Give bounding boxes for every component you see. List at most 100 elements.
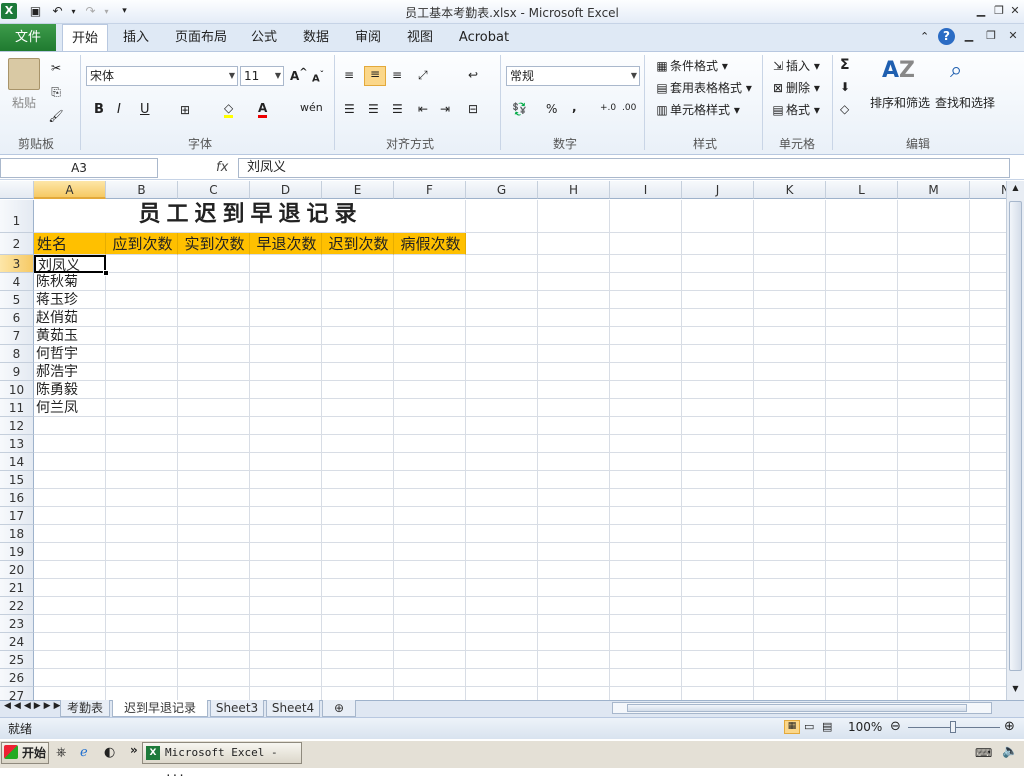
cell[interactable] [250,669,322,687]
tab-file[interactable]: 文件 [0,24,56,51]
cell[interactable] [826,417,898,435]
cell[interactable] [250,309,322,327]
cell[interactable] [826,381,898,399]
sort-filter-button[interactable]: 排序和筛选 [870,94,930,111]
cell[interactable] [250,633,322,651]
cell[interactable] [106,615,178,633]
cell[interactable] [394,687,466,700]
cell[interactable] [754,273,826,291]
merge-center-icon[interactable]: ⊟ [468,102,478,116]
cell[interactable] [610,453,682,471]
cell[interactable] [970,597,1006,615]
cell[interactable] [898,327,970,345]
align-right-icon[interactable]: ☰ [392,102,403,116]
cell[interactable] [610,471,682,489]
column-header[interactable]: B [106,181,178,199]
sheet-tab-attendance[interactable]: 考勤表 [60,700,110,717]
row-header[interactable]: 25 [0,651,34,669]
cell[interactable] [34,507,106,525]
cell[interactable] [610,489,682,507]
decrease-indent-icon[interactable]: ⇤ [418,102,428,116]
cell[interactable] [754,669,826,687]
sheet-title[interactable]: 员工迟到早退记录 [34,200,466,233]
orientation-icon[interactable]: ⤢ [418,68,428,83]
cell[interactable] [106,525,178,543]
cell[interactable] [466,651,538,669]
cell[interactable] [394,363,466,381]
cell[interactable] [322,669,394,687]
row-header[interactable]: 13 [0,435,34,453]
fill-handle[interactable] [103,270,109,276]
tab-review[interactable]: 审阅 [348,24,388,51]
column-header[interactable]: D [250,181,322,199]
row-header[interactable]: 11 [0,399,34,417]
cell[interactable] [826,471,898,489]
tab-view[interactable]: 视图 [400,24,440,51]
cell[interactable] [754,543,826,561]
cell[interactable] [826,543,898,561]
cell[interactable] [394,579,466,597]
cell[interactable] [538,327,610,345]
column-header[interactable]: K [754,181,826,199]
cell[interactable] [682,291,754,309]
format-cells-button[interactable]: ▤ 格式 ▾ [770,101,820,118]
find-select-icon[interactable]: ⌕ [950,58,962,83]
cell[interactable] [682,669,754,687]
cell[interactable] [970,615,1006,633]
cell[interactable] [682,255,754,273]
cell[interactable] [466,200,538,233]
column-header[interactable]: F [394,181,466,199]
cell[interactable] [610,363,682,381]
workbook-minimize-icon[interactable]: ▁ [960,28,978,44]
cell[interactable] [538,687,610,700]
cell[interactable] [538,417,610,435]
cell[interactable] [394,417,466,435]
shrink-font-icon[interactable]: Aˇ [312,69,324,84]
cell[interactable] [898,489,970,507]
row-header[interactable]: 6 [0,309,34,327]
cell[interactable] [538,309,610,327]
increase-decimal-icon[interactable]: +.0 [600,103,616,113]
bold-button[interactable]: B [94,102,104,117]
cell[interactable] [826,200,898,233]
cell[interactable] [178,561,250,579]
normal-view-icon[interactable]: ▦ [784,720,800,734]
cell[interactable] [394,543,466,561]
cell[interactable] [250,489,322,507]
cell[interactable] [106,633,178,651]
scroll-down-icon[interactable]: ▼ [1009,684,1022,696]
clear-icon[interactable]: ◇ [840,102,849,116]
cell[interactable] [466,579,538,597]
cell[interactable] [970,309,1006,327]
cell[interactable] [970,399,1006,417]
cell[interactable] [34,471,106,489]
cell[interactable] [538,200,610,233]
comma-button[interactable]: , [572,100,577,114]
cell[interactable] [178,309,250,327]
cell[interactable] [682,543,754,561]
employee-name-cell[interactable]: 陈勇毅 [34,381,106,399]
cell[interactable] [106,579,178,597]
cell[interactable] [394,651,466,669]
formula-input[interactable]: 刘凤义 [238,158,1010,178]
cell[interactable] [610,435,682,453]
cell[interactable] [898,579,970,597]
cell[interactable] [34,489,106,507]
cell[interactable] [610,543,682,561]
cell[interactable] [754,327,826,345]
cell[interactable] [682,615,754,633]
cell[interactable] [682,561,754,579]
cell[interactable] [682,417,754,435]
cell[interactable] [466,687,538,700]
cell[interactable] [898,363,970,381]
cell[interactable] [538,579,610,597]
cell[interactable] [394,255,466,273]
worksheet-grid[interactable]: A B C D E F G H I J K L M N 1 2 3 4 5 6 7 8 9 10 11 12 13 14 15 16 17 1… [0,181,1006,700]
cell[interactable] [970,273,1006,291]
tab-data[interactable]: 数据 [296,24,336,51]
cell[interactable] [970,525,1006,543]
column-title[interactable]: 实到次数 [178,233,250,255]
column-header[interactable]: C [178,181,250,199]
cell[interactable] [106,543,178,561]
cell[interactable] [898,273,970,291]
